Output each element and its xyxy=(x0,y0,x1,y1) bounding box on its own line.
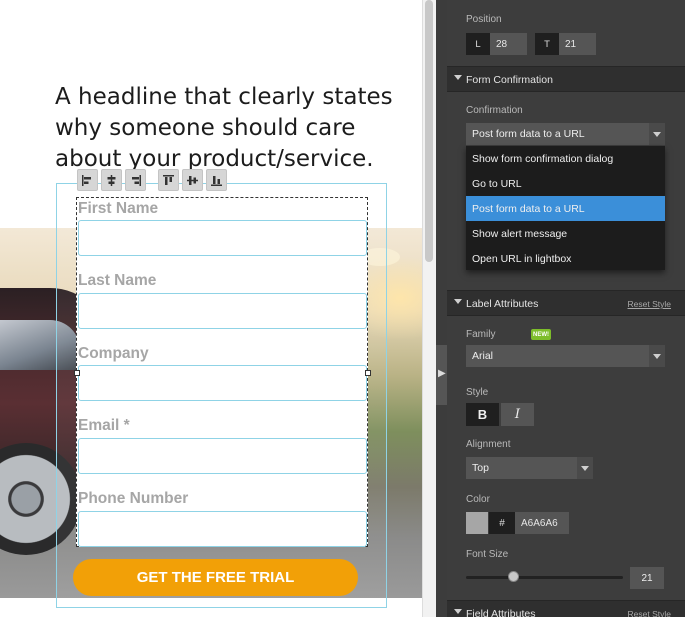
font-size-slider[interactable] xyxy=(466,576,623,579)
alignment-value: Top xyxy=(472,462,489,474)
align-right-icon[interactable] xyxy=(125,169,146,191)
field-attributes-title: Field Attributes xyxy=(466,608,536,617)
form-confirmation-title: Form Confirmation xyxy=(466,74,553,86)
option-show-alert-message[interactable]: Show alert message xyxy=(466,221,665,246)
chevron-down-icon xyxy=(577,457,593,479)
chevron-down-icon xyxy=(649,123,665,145)
confirmation-label: Confirmation xyxy=(466,105,523,116)
chevron-down-icon xyxy=(649,345,665,367)
lead-form[interactable]: First Name Last Name Company Email * Pho… xyxy=(76,197,368,547)
last-name-label: Last Name xyxy=(78,272,157,289)
email-label: Email * xyxy=(78,417,130,434)
page-headline[interactable]: A headline that clearly states why someo… xyxy=(55,82,405,175)
properties-panel: Position L 28 T 21 Form Confirmation Con… xyxy=(447,0,685,617)
position-label: Position xyxy=(466,14,502,25)
option-post-form-data[interactable]: Post form data to a URL xyxy=(466,196,665,221)
label-attributes-title: Label Attributes xyxy=(466,298,539,310)
position-left-key: L xyxy=(466,33,490,55)
position-left-value[interactable]: 28 xyxy=(490,33,527,55)
field-attributes-section-header[interactable]: Field Attributes Reset Style xyxy=(447,600,685,617)
align-bottom-icon[interactable] xyxy=(206,169,227,191)
align-middle-icon[interactable] xyxy=(182,169,203,191)
page-canvas: A headline that clearly states why someo… xyxy=(0,0,422,617)
alignment-select[interactable]: Top xyxy=(466,457,593,479)
font-family-select[interactable]: Arial xyxy=(466,345,665,367)
chevron-right-icon[interactable]: ▶ xyxy=(438,368,446,379)
align-left-icon[interactable] xyxy=(77,169,98,191)
first-name-label: First Name xyxy=(78,200,159,217)
confirmation-select[interactable]: Post form data to a URL xyxy=(466,123,665,145)
chevron-down-icon xyxy=(454,299,462,304)
confirmation-select-value: Post form data to a URL xyxy=(472,128,585,140)
bold-button[interactable]: B xyxy=(466,403,499,426)
company-label: Company xyxy=(78,345,149,362)
resize-handle-right[interactable] xyxy=(365,370,371,376)
last-name-field[interactable] xyxy=(78,293,367,329)
position-top-key: T xyxy=(535,33,559,55)
phone-number-label: Phone Number xyxy=(78,490,189,507)
reset-style-link[interactable]: Reset Style xyxy=(628,299,671,309)
email-field[interactable] xyxy=(78,438,367,474)
get-free-trial-button[interactable]: GET THE FREE TRIAL xyxy=(73,559,358,596)
option-go-to-url[interactable]: Go to URL xyxy=(466,171,665,196)
position-top-field[interactable]: T 21 xyxy=(535,33,596,55)
option-show-confirmation-dialog[interactable]: Show form confirmation dialog xyxy=(466,146,665,171)
style-label: Style xyxy=(466,387,489,398)
chevron-down-icon xyxy=(454,75,462,80)
position-top-value[interactable]: 21 xyxy=(559,33,596,55)
alignment-label: Alignment xyxy=(466,439,511,450)
panel-divider xyxy=(436,0,447,617)
canvas-scrollbar-thumb[interactable] xyxy=(425,0,433,262)
font-size-label: Font Size xyxy=(466,549,509,560)
align-center-icon[interactable] xyxy=(101,169,122,191)
new-badge: NEW! xyxy=(531,329,551,340)
alignment-toolbar xyxy=(77,169,227,191)
first-name-field[interactable] xyxy=(78,220,367,256)
font-size-input[interactable]: 21 xyxy=(630,567,664,589)
color-hash-prefix: # xyxy=(489,512,515,534)
color-hex-input[interactable]: A6A6A6 xyxy=(515,512,569,534)
resize-handle-left[interactable] xyxy=(74,370,80,376)
confirmation-dropdown-menu: Show form confirmation dialog Go to URL … xyxy=(466,146,665,270)
form-confirmation-section-header[interactable]: Form Confirmation xyxy=(447,66,685,92)
color-swatch[interactable] xyxy=(466,512,488,534)
family-label: Family xyxy=(466,329,496,340)
font-size-slider-thumb[interactable] xyxy=(507,571,519,582)
option-open-url-lightbox[interactable]: Open URL in lightbox xyxy=(466,246,665,271)
align-top-icon[interactable] xyxy=(158,169,179,191)
italic-button[interactable]: I xyxy=(501,403,534,426)
font-family-value: Arial xyxy=(472,350,494,362)
phone-number-field[interactable] xyxy=(78,511,367,547)
reset-style-link[interactable]: Reset Style xyxy=(628,609,671,617)
label-attributes-section-header[interactable]: Label Attributes Reset Style xyxy=(447,290,685,316)
color-label: Color xyxy=(466,494,490,505)
chevron-down-icon xyxy=(454,609,462,614)
position-left-field[interactable]: L 28 xyxy=(466,33,527,55)
company-field[interactable] xyxy=(78,365,367,401)
